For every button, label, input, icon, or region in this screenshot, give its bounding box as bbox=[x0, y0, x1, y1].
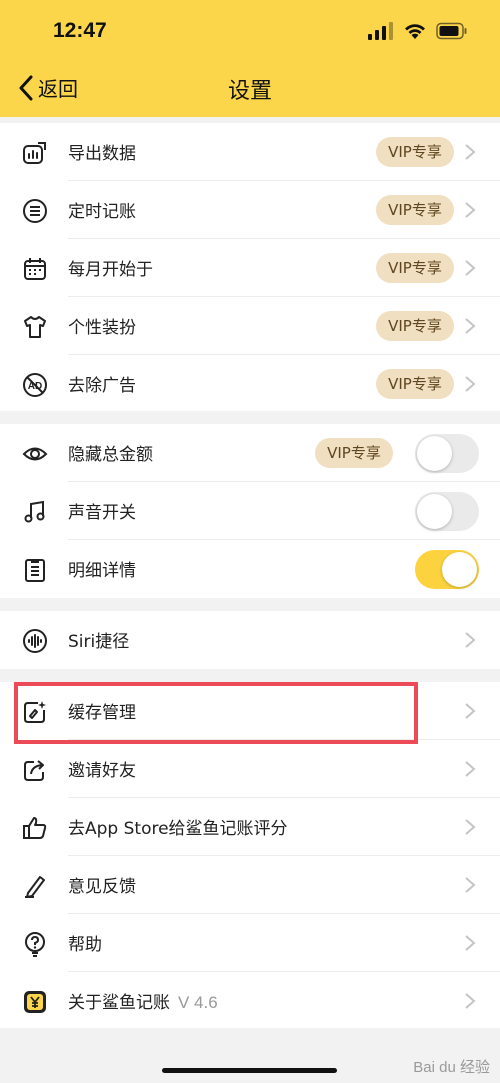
row-remove-ads[interactable]: AD 去除广告 VIP专享 bbox=[0, 355, 500, 413]
vip-badge: VIP专享 bbox=[315, 438, 393, 468]
calendar-icon bbox=[24, 258, 46, 280]
settings-group-siri: Siri捷径 bbox=[0, 611, 500, 669]
row-label: 关于鲨鱼记账 V 4.6 bbox=[68, 988, 218, 1013]
vip-badge: VIP专享 bbox=[376, 369, 454, 399]
status-time: 12:47 bbox=[53, 19, 107, 42]
header-bar: 12:47 返回 设置 bbox=[0, 0, 500, 117]
highlight-box bbox=[14, 682, 418, 744]
row-help[interactable]: 帮助 bbox=[0, 914, 500, 972]
row-personalize[interactable]: 个性装扮 VIP专享 bbox=[0, 297, 500, 355]
chevron-right-icon bbox=[465, 993, 476, 1009]
toggle-knob bbox=[442, 552, 477, 587]
detail-toggle[interactable] bbox=[415, 550, 479, 589]
tshirt-icon bbox=[24, 316, 46, 338]
row-label: 个性装扮 bbox=[68, 318, 136, 338]
thumbs-up-icon bbox=[23, 817, 47, 839]
row-label: 邀请好友 bbox=[68, 761, 136, 781]
row-sound: 声音开关 bbox=[0, 482, 500, 540]
row-month-start[interactable]: 每月开始于 VIP专享 bbox=[0, 239, 500, 297]
chevron-right-icon bbox=[465, 935, 476, 951]
row-label: 意见反馈 bbox=[68, 877, 136, 897]
row-scheduled-bookkeeping[interactable]: 定时记账 VIP专享 bbox=[0, 181, 500, 239]
chevron-right-icon bbox=[465, 260, 476, 276]
vip-badge: VIP专享 bbox=[376, 137, 454, 167]
battery-icon bbox=[436, 22, 467, 40]
pencil-icon bbox=[25, 876, 45, 898]
chevron-right-icon bbox=[465, 376, 476, 392]
home-indicator bbox=[162, 1068, 337, 1073]
status-icons bbox=[368, 22, 468, 40]
wifi-icon bbox=[405, 24, 425, 39]
version-text: V 4.6 bbox=[178, 993, 218, 1012]
cellular-signal-icon bbox=[368, 22, 393, 40]
row-export-data[interactable]: 导出数据 VIP专享 bbox=[0, 123, 500, 181]
row-siri-shortcuts[interactable]: Siri捷径 bbox=[0, 611, 500, 669]
row-about[interactable]: 关于鲨鱼记账 V 4.6 bbox=[0, 972, 500, 1030]
yuan-logo-icon bbox=[24, 991, 46, 1013]
row-label: Siri捷径 bbox=[68, 632, 130, 652]
chevron-right-icon bbox=[465, 819, 476, 835]
share-icon bbox=[24, 760, 44, 781]
row-label: 每月开始于 bbox=[68, 260, 153, 280]
siri-waveform-icon bbox=[23, 629, 47, 653]
row-label: 去App Store给鲨鱼记账评分 bbox=[68, 819, 288, 839]
row-label: 导出数据 bbox=[68, 144, 136, 164]
row-invite-friends[interactable]: 邀请好友 bbox=[0, 740, 500, 798]
vip-badge: VIP专享 bbox=[376, 253, 454, 283]
toggle-knob bbox=[417, 494, 452, 529]
page-title: 设置 bbox=[227, 79, 272, 104]
no-ads-icon: AD bbox=[23, 373, 47, 397]
sound-toggle[interactable] bbox=[415, 492, 479, 531]
row-rate-app[interactable]: 去App Store给鲨鱼记账评分 bbox=[0, 798, 500, 856]
row-label: 隐藏总金额 bbox=[68, 445, 153, 465]
chevron-right-icon bbox=[465, 703, 476, 719]
toggle-knob bbox=[417, 436, 452, 471]
export-chart-icon bbox=[23, 142, 46, 164]
eye-icon bbox=[22, 447, 48, 461]
row-label: 声音开关 bbox=[68, 503, 136, 523]
chevron-right-icon bbox=[465, 877, 476, 893]
row-hide-total: 隐藏总金额 VIP专享 bbox=[0, 424, 500, 482]
vip-badge: VIP专享 bbox=[376, 311, 454, 341]
chevron-right-icon bbox=[465, 202, 476, 218]
hide-total-toggle[interactable] bbox=[415, 434, 479, 473]
row-label: 定时记账 bbox=[68, 202, 136, 222]
row-label: 去除广告 bbox=[68, 376, 136, 396]
chevron-right-icon bbox=[465, 144, 476, 160]
watermark: Bai du 经验 bbox=[413, 1059, 490, 1076]
help-bulb-icon bbox=[25, 932, 45, 957]
music-note-icon bbox=[24, 500, 45, 523]
row-feedback[interactable]: 意见反馈 bbox=[0, 856, 500, 914]
chevron-right-icon bbox=[465, 318, 476, 334]
chevron-right-icon bbox=[465, 632, 476, 648]
row-label: 帮助 bbox=[68, 935, 102, 955]
clipboard-icon bbox=[25, 559, 45, 582]
settings-group-toggles: 隐藏总金额 VIP专享 声音开关 明细详情 bbox=[0, 424, 500, 598]
row-label: 明细详情 bbox=[68, 561, 136, 581]
row-detail: 明细详情 bbox=[0, 540, 500, 598]
settings-group-vip: 导出数据 VIP专享 定时记账 VIP专享 每月开始于 VIP专享 个性装扮 V… bbox=[0, 123, 500, 411]
about-label: 关于鲨鱼记账 bbox=[68, 993, 170, 1013]
chevron-right-icon bbox=[465, 761, 476, 777]
vip-badge: VIP专享 bbox=[376, 195, 454, 225]
list-circle-icon bbox=[23, 199, 47, 223]
